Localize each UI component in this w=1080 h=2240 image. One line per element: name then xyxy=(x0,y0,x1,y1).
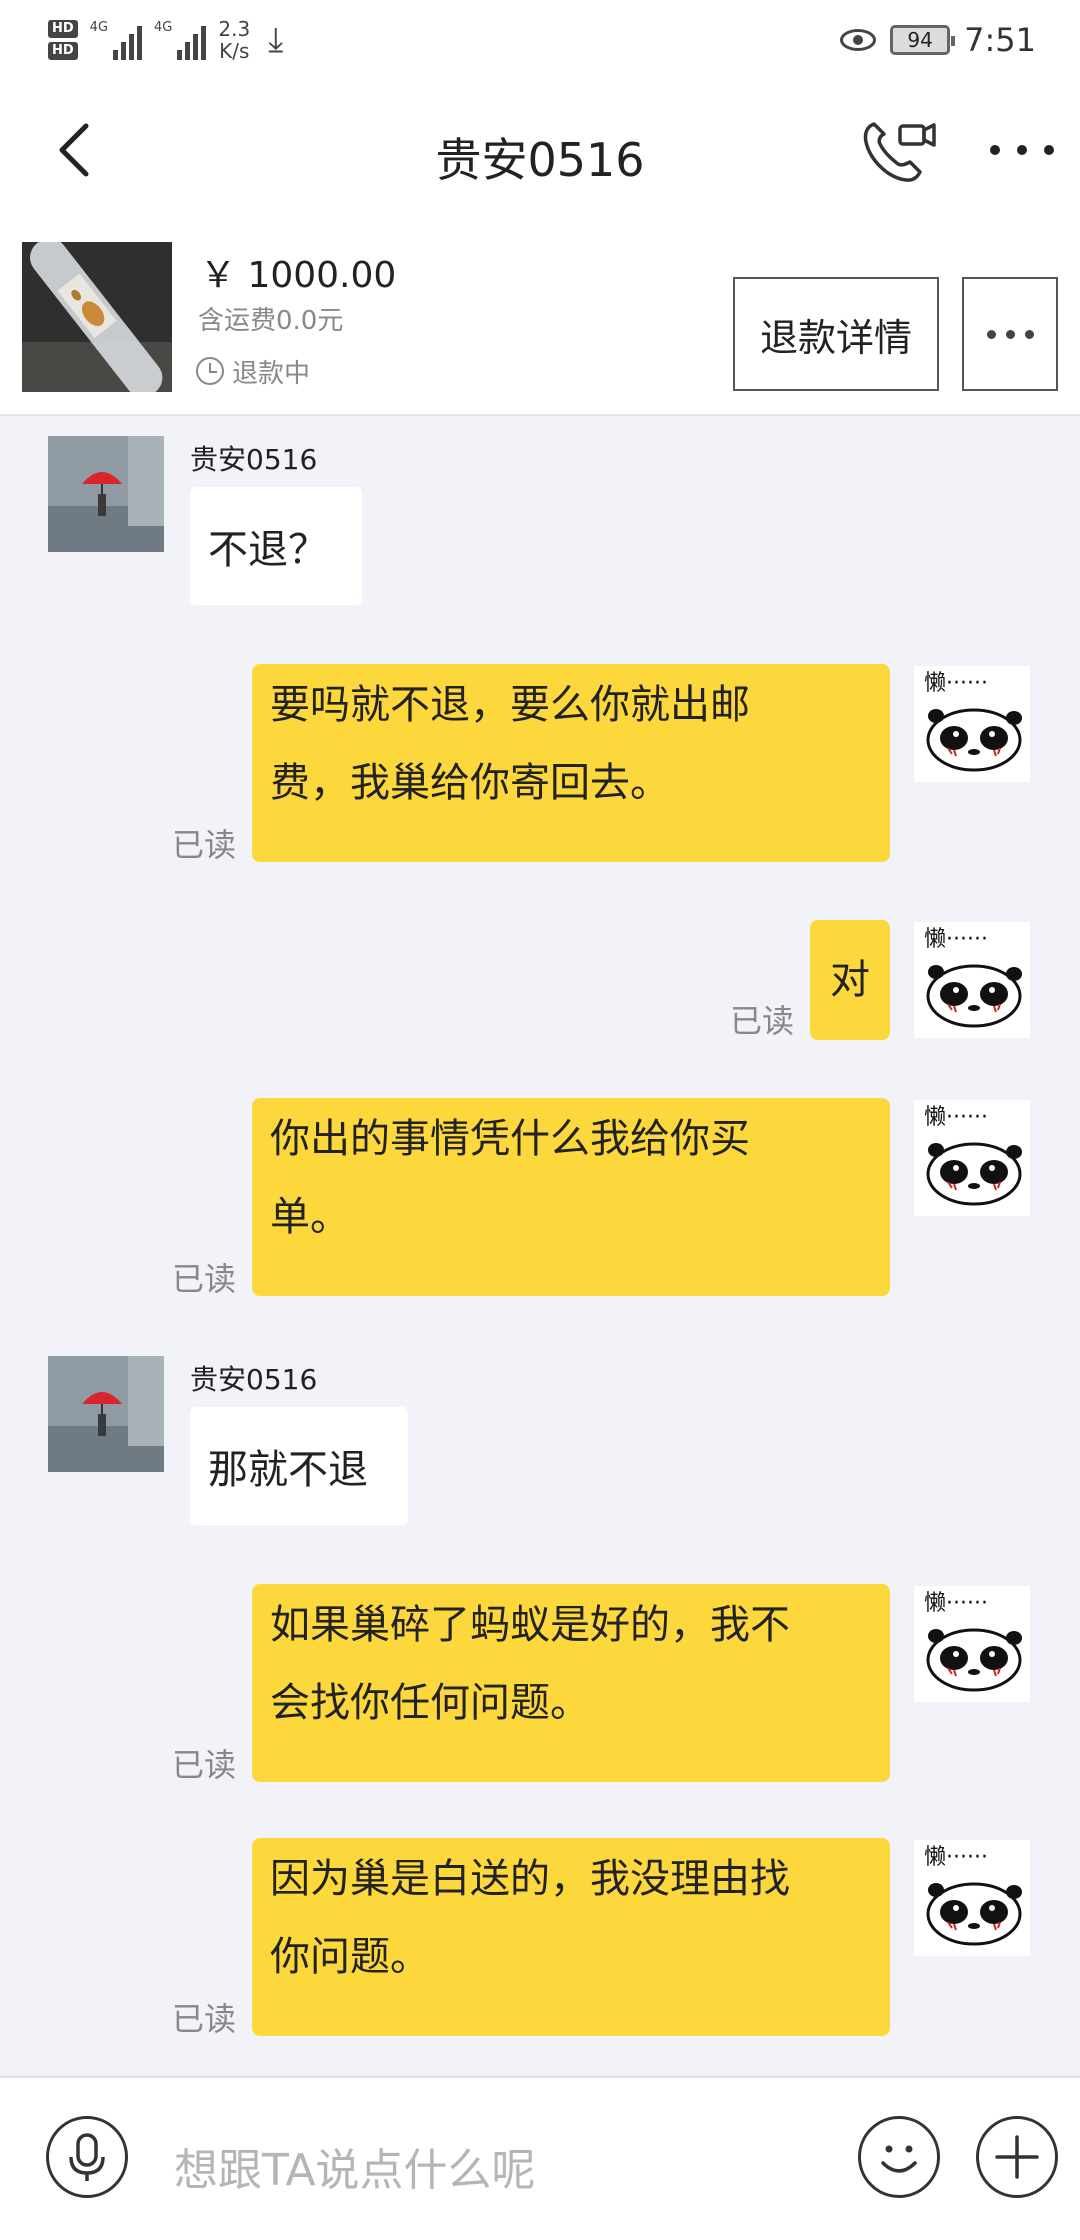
message-line: 因为巢是白送的，我没理由找 xyxy=(270,1856,790,1902)
signal-icon-2: 4G xyxy=(154,20,207,60)
message-bubble-sent[interactable]: 对 xyxy=(810,920,890,1040)
read-receipt: 已读 xyxy=(730,1002,795,1040)
contact-avatar[interactable] xyxy=(48,1356,164,1472)
my-avatar[interactable]: 懒······ xyxy=(914,666,1030,782)
microphone-icon xyxy=(69,2133,105,2181)
product-price: ￥ 1000.00 xyxy=(200,255,397,296)
refund-status: 退款中 xyxy=(196,354,311,389)
message-input[interactable]: 想跟TA说点什么呢 xyxy=(174,2134,536,2198)
svg-text:懒······: 懒······ xyxy=(924,1845,988,1870)
hd-badge-1: HD xyxy=(48,20,78,38)
avatar-image xyxy=(48,436,164,552)
message-sender: 贵安0516 xyxy=(190,1363,318,1396)
product-card: ￥ 1000.00 含运费0.0元 退款中 退款详情 xyxy=(0,220,1080,416)
status-bar: HD HD 4G 4G 2.3 K/s ⤓ 94 7:51 xyxy=(0,0,1080,80)
message-sender: 贵安0516 xyxy=(190,443,318,476)
speed-value: 2.3 xyxy=(218,17,251,41)
more-options-button[interactable] xyxy=(990,120,1054,180)
network-speed: 2.3 K/s xyxy=(218,18,250,62)
smiley-icon xyxy=(881,2145,917,2173)
message-line: 你问题。 xyxy=(270,1934,430,1980)
panda-sticker-icon: 懒······ xyxy=(924,1105,1022,1206)
call-button[interactable] xyxy=(860,116,940,186)
input-bar: 想跟TA说点什么呢 xyxy=(0,2076,1080,2240)
read-receipt: 已读 xyxy=(172,1746,237,1784)
status-right: 94 7:51 xyxy=(840,14,1036,66)
dot-icon xyxy=(986,329,996,339)
dot-icon xyxy=(1005,329,1015,339)
message-line: 如果巢碎了蚂蚁是好的，我不 xyxy=(270,1602,790,1648)
message-line: 会找你任何问题。 xyxy=(270,1680,590,1726)
chat-header: 贵安0516 xyxy=(0,80,1080,220)
dot-icon xyxy=(1017,145,1027,155)
dot-icon xyxy=(990,145,1000,155)
message-bubble-sent[interactable]: 要吗就不退，要么你就出邮 费，我巢给你寄回去。 xyxy=(252,664,890,862)
panda-sticker-icon: 懒······ xyxy=(924,1591,1022,1692)
panda-sticker-icon: 懒······ xyxy=(924,1845,1022,1946)
product-thumbnail[interactable] xyxy=(22,242,172,392)
message-line: 你出的事情凭什么我给你买 xyxy=(270,1116,750,1162)
message-line: 费，我巢给你寄回去。 xyxy=(270,760,670,806)
svg-text:懒······: 懒······ xyxy=(924,1105,988,1130)
message-line: 单。 xyxy=(270,1194,350,1240)
status-time: 7:51 xyxy=(964,21,1036,59)
status-left: HD HD 4G 4G 2.3 K/s ⤓ xyxy=(48,10,283,70)
message-bubble-sent[interactable]: 你出的事情凭什么我给你买 单。 xyxy=(252,1098,890,1296)
hd-badge-2: HD xyxy=(48,42,78,60)
refund-status-label: 退款中 xyxy=(232,358,311,389)
read-receipt: 已读 xyxy=(172,1260,237,1298)
panda-sticker-icon: 懒······ xyxy=(924,671,1022,772)
svg-text:懒······: 懒······ xyxy=(924,927,988,952)
my-avatar[interactable]: 懒······ xyxy=(914,922,1030,1038)
voice-button[interactable] xyxy=(46,2116,128,2198)
svg-text:懒······: 懒······ xyxy=(924,671,988,696)
my-avatar[interactable]: 懒······ xyxy=(914,1586,1030,1702)
message-bubble-received[interactable]: 不退？ xyxy=(190,487,362,605)
my-avatar[interactable]: 懒······ xyxy=(914,1100,1030,1216)
dot-icon xyxy=(1024,329,1034,339)
product-image xyxy=(22,242,172,392)
read-receipt: 已读 xyxy=(172,2000,237,2038)
battery-icon: 94 xyxy=(890,25,956,55)
contact-avatar[interactable] xyxy=(48,436,164,552)
read-receipt: 已读 xyxy=(172,826,237,864)
panda-sticker-icon: 懒······ xyxy=(924,927,1022,1028)
product-more-button[interactable] xyxy=(962,277,1058,391)
add-attachment-button[interactable] xyxy=(976,2116,1058,2198)
signal-icon-1: 4G xyxy=(89,20,143,60)
shipping-fee: 含运费0.0元 xyxy=(198,306,344,336)
plus-icon xyxy=(995,2135,1039,2179)
message-bubble-received[interactable]: 那就不退 xyxy=(190,1407,408,1525)
battery-level: 94 xyxy=(907,28,933,52)
message-line: 要吗就不退，要么你就出邮 xyxy=(270,682,750,728)
dot-icon xyxy=(1044,145,1054,155)
network-type-1: 4G xyxy=(89,20,109,35)
download-icon: ⤓ xyxy=(268,20,284,60)
network-type-2: 4G xyxy=(154,20,173,35)
emoji-button[interactable] xyxy=(858,2116,940,2198)
eye-icon xyxy=(840,29,877,51)
my-avatar[interactable]: 懒······ xyxy=(914,1840,1030,1956)
refund-details-button[interactable]: 退款详情 xyxy=(733,277,939,391)
hd-indicator: HD HD xyxy=(48,20,78,60)
speed-unit: K/s xyxy=(219,39,250,63)
message-bubble-sent[interactable]: 因为巢是白送的，我没理由找 你问题。 xyxy=(252,1838,890,2036)
phone-video-icon xyxy=(863,122,936,182)
clock-icon xyxy=(196,357,224,385)
avatar-image xyxy=(48,1356,164,1472)
svg-text:懒······: 懒······ xyxy=(924,1591,988,1616)
message-bubble-sent[interactable]: 如果巢碎了蚂蚁是好的，我不 会找你任何问题。 xyxy=(252,1584,890,1782)
